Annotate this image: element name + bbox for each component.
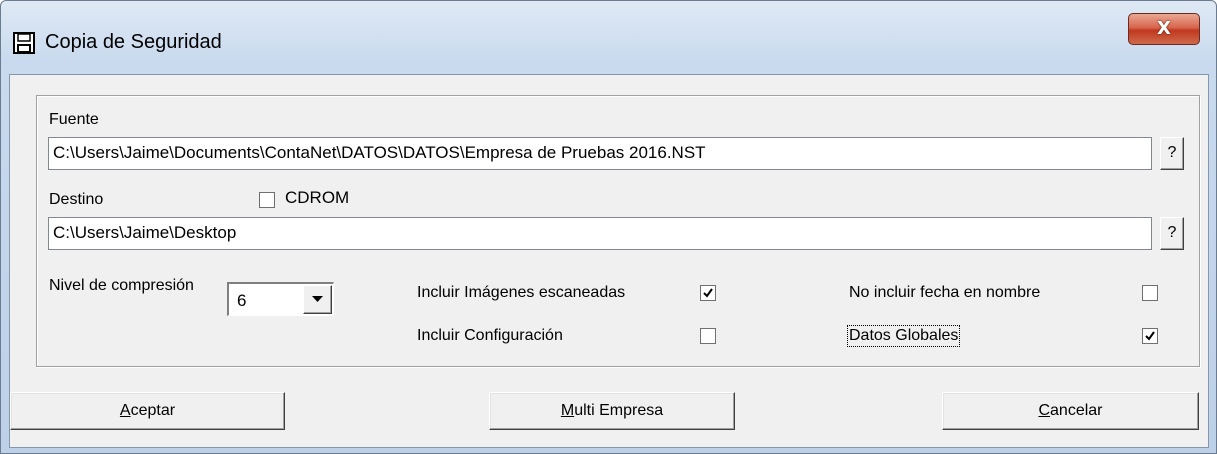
compression-label: Nivel de compresión (49, 277, 194, 294)
include-scanned-images-label: Incluir Imágenes escaneadas (417, 284, 626, 301)
checkmark-icon (1145, 331, 1155, 341)
cdrom-label: CDROM (285, 188, 350, 207)
floppy-disk-icon (13, 32, 35, 54)
cancel-button[interactable]: Cancelar (942, 392, 1199, 430)
no-date-in-name-checkbox[interactable] (1142, 285, 1158, 301)
window-title: Copia de Seguridad (45, 31, 222, 53)
close-icon: X (1157, 18, 1171, 39)
destination-browse-button[interactable]: ? (1160, 217, 1184, 250)
cdrom-checkbox[interactable] (259, 192, 275, 208)
compression-select[interactable]: 6 (227, 282, 334, 316)
compression-dropdown-button[interactable] (303, 285, 332, 314)
source-path-input[interactable]: C:\Users\Jaime\Documents\ContaNet\DATOS\… (48, 137, 1152, 170)
multi-label-rest: ulti Empresa (574, 402, 664, 419)
destination-label: Destino (49, 191, 104, 208)
include-scanned-images-checkbox[interactable] (700, 285, 716, 301)
global-data-checkbox[interactable] (1142, 328, 1158, 344)
chevron-down-icon (312, 296, 323, 302)
include-configuration-checkbox[interactable] (700, 328, 716, 344)
accept-mnemonic: A (119, 402, 131, 419)
accept-button[interactable]: Aceptar (10, 392, 285, 430)
compression-value: 6 (237, 291, 247, 310)
no-date-in-name-label: No incluir fecha en nombre (849, 284, 1041, 301)
multi-company-button[interactable]: Multi Empresa (489, 392, 735, 430)
global-data-label: Datos Globales (846, 325, 961, 347)
source-label: Fuente (49, 111, 99, 128)
accept-label-rest: ceptar (130, 402, 176, 419)
source-browse-button[interactable]: ? (1160, 137, 1184, 170)
multi-mnemonic: M (560, 402, 575, 419)
backup-dialog: Copia de Seguridad X Fuente C:\Users\Jai… (0, 0, 1217, 454)
close-button[interactable]: X (1128, 13, 1200, 45)
cancel-mnemonic: C (1038, 402, 1051, 419)
checkmark-icon (703, 288, 713, 298)
include-configuration-label: Incluir Configuración (417, 327, 563, 344)
destination-path-input[interactable]: C:\Users\Jaime\Desktop (48, 217, 1152, 250)
dialog-client-area: Fuente C:\Users\Jaime\Documents\ContaNet… (9, 74, 1209, 448)
cancel-label-rest: ancelar (1050, 402, 1103, 419)
